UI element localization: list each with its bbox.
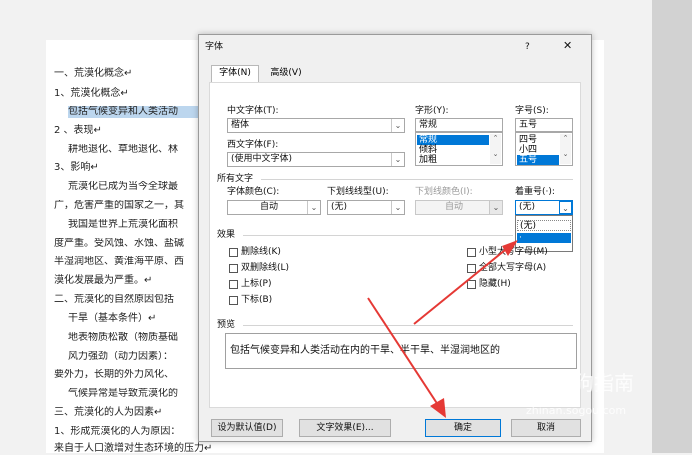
divider [243, 325, 573, 326]
style-list[interactable]: 常规 倾斜 加粗 ⌃ ⌄ [415, 132, 503, 166]
doc-line: 度严重。受风蚀、水蚀、盐碱 [54, 238, 184, 249]
watermark-brand: 搜狗指南 [554, 371, 634, 395]
all-text-section-label: 所有文字 [217, 174, 254, 184]
doc-line: 风力强劲（动力因素）： [68, 351, 173, 362]
subscript-checkbox[interactable] [229, 296, 238, 305]
preview-section-label: 预览 [217, 320, 236, 330]
list-item-selected[interactable]: · [517, 233, 571, 243]
chinese-font-label: 中文字体(T): [227, 106, 279, 116]
emphasis-select[interactable]: (无) ⌄ [515, 200, 573, 215]
tab-font[interactable]: 字体(N) [211, 65, 259, 82]
font-color-select[interactable]: 自动 ⌄ [227, 200, 321, 215]
divider [261, 179, 573, 180]
strikethrough-label: 删除线(K) [241, 247, 281, 257]
set-default-button[interactable]: 设为默认值(D) [211, 419, 283, 437]
emphasis-label: 着重号(·): [515, 187, 555, 197]
scrollbar[interactable]: ⌃ ⌄ [560, 134, 571, 164]
all-caps-checkbox[interactable] [467, 264, 476, 273]
list-item[interactable]: 五号 [517, 155, 559, 165]
list-item[interactable]: 小四 [517, 145, 559, 155]
doc-line: 我国是世界上荒漠化面积 [68, 219, 178, 230]
size-list[interactable]: 四号 小四 五号 ⌃ ⌄ [515, 132, 573, 166]
double-strikethrough-checkbox[interactable] [229, 264, 238, 273]
scrollbar[interactable]: ⌃ ⌄ [490, 134, 501, 164]
size-label: 字号(S): [515, 106, 549, 116]
ok-button[interactable]: 确定 [425, 419, 501, 437]
font-color-label: 字体颜色(C): [227, 187, 280, 197]
doc-line: 广，危害严重的国家之一，其 [54, 200, 184, 211]
doc-line: 干旱（基本条件）↵ [68, 313, 157, 324]
list-item[interactable]: 常规 [417, 135, 489, 145]
small-caps-checkbox[interactable] [467, 248, 476, 257]
chevron-down-icon: ⌄ [307, 201, 320, 214]
underline-style-select[interactable]: (无) ⌄ [327, 200, 405, 215]
doc-line: 三、荒漠化的人为因素↵ [54, 407, 163, 418]
small-caps-label: 小型大写字母(M) [479, 247, 548, 257]
superscript-label: 上标(P) [241, 279, 272, 289]
dialog-title: 字体 [205, 42, 224, 52]
doc-line: 1、荒漠化概念↵ [54, 88, 129, 99]
underline-style-label: 下划线线型(U): [327, 187, 389, 197]
doc-line: 3、影响↵ [54, 162, 99, 173]
doc-line: 一、荒漠化概念↵ [54, 68, 133, 79]
sogou-logo-icon [522, 370, 548, 396]
strikethrough-checkbox[interactable] [229, 248, 238, 257]
underline-color-select[interactable]: 自动 ⌄ [415, 200, 503, 215]
underline-color-label: 下划线颜色(I): [415, 187, 473, 197]
superscript-checkbox[interactable] [229, 280, 238, 289]
doc-line: 气候异常是导致荒漠化的 [68, 388, 178, 399]
doc-line: 来自于人口激增对生态环境的压力↵ [54, 443, 213, 454]
help-button[interactable]: ? [525, 41, 530, 53]
divider [243, 235, 513, 236]
chevron-down-icon: ⌄ [391, 119, 404, 132]
chinese-font-select[interactable]: 楷体 ⌄ [227, 118, 405, 133]
list-item[interactable]: 加粗 [417, 155, 489, 165]
chevron-down-icon: ⌄ [391, 153, 404, 166]
list-item[interactable]: 倾斜 [417, 145, 489, 155]
watermark: 搜狗指南 zhinan.sogou.com [522, 370, 682, 430]
hidden-label: 隐藏(H) [479, 279, 511, 289]
double-strikethrough-label: 双删除线(L) [241, 263, 290, 273]
doc-line: 1、形成荒漠化的人为原因： [54, 426, 181, 437]
doc-line: 要外力，长期的外力风化、 [54, 369, 174, 380]
western-font-label: 西文字体(F): [227, 140, 279, 150]
watermark-url: zhinan.sogou.com [526, 404, 627, 417]
doc-line: 漠化发展最为严重。↵ [54, 275, 153, 286]
tab-advanced[interactable]: 高级(V) [261, 66, 311, 81]
doc-line: 二、荒漠化的自然原因包括 [54, 294, 174, 305]
western-font-select[interactable]: (使用中文字体) ⌄ [227, 152, 405, 167]
preview-box: 包括气候变异和人类活动在内的干旱、半干旱、半湿润地区的 [225, 333, 577, 369]
doc-line: 地表物质松散（物质基础 [68, 332, 178, 343]
chevron-down-icon: ⌄ [391, 201, 404, 214]
chevron-down-icon: ⌄ [559, 201, 572, 214]
text-effects-button[interactable]: 文字效果(E)... [299, 419, 391, 437]
subscript-label: 下标(B) [241, 295, 273, 305]
style-label: 字形(Y): [415, 106, 449, 116]
hidden-checkbox[interactable] [467, 280, 476, 289]
close-icon[interactable]: ✕ [563, 40, 572, 52]
all-caps-label: 全部大写字母(A) [479, 263, 547, 273]
list-item[interactable]: 四号 [517, 135, 559, 145]
doc-line-selected: 包括气候变异和人类活动 [68, 106, 200, 118]
chevron-down-icon: ⌄ [489, 201, 502, 214]
doc-line: 荒漠化已成为当今全球最 [68, 181, 178, 192]
doc-line: 2 、表现↵ [54, 125, 102, 136]
style-input[interactable]: 常规 [415, 118, 503, 132]
doc-line: 半湿润地区、黄淮海平原、西 [54, 256, 184, 267]
effects-section-label: 效果 [217, 230, 236, 240]
size-input[interactable]: 五号 [515, 118, 573, 132]
doc-line: 耕地退化、草地退化、林 [68, 144, 178, 155]
preview-text: 包括气候变异和人类活动在内的干旱、半干旱、半湿润地区的 [230, 345, 500, 356]
list-item[interactable]: (无) [517, 220, 571, 231]
